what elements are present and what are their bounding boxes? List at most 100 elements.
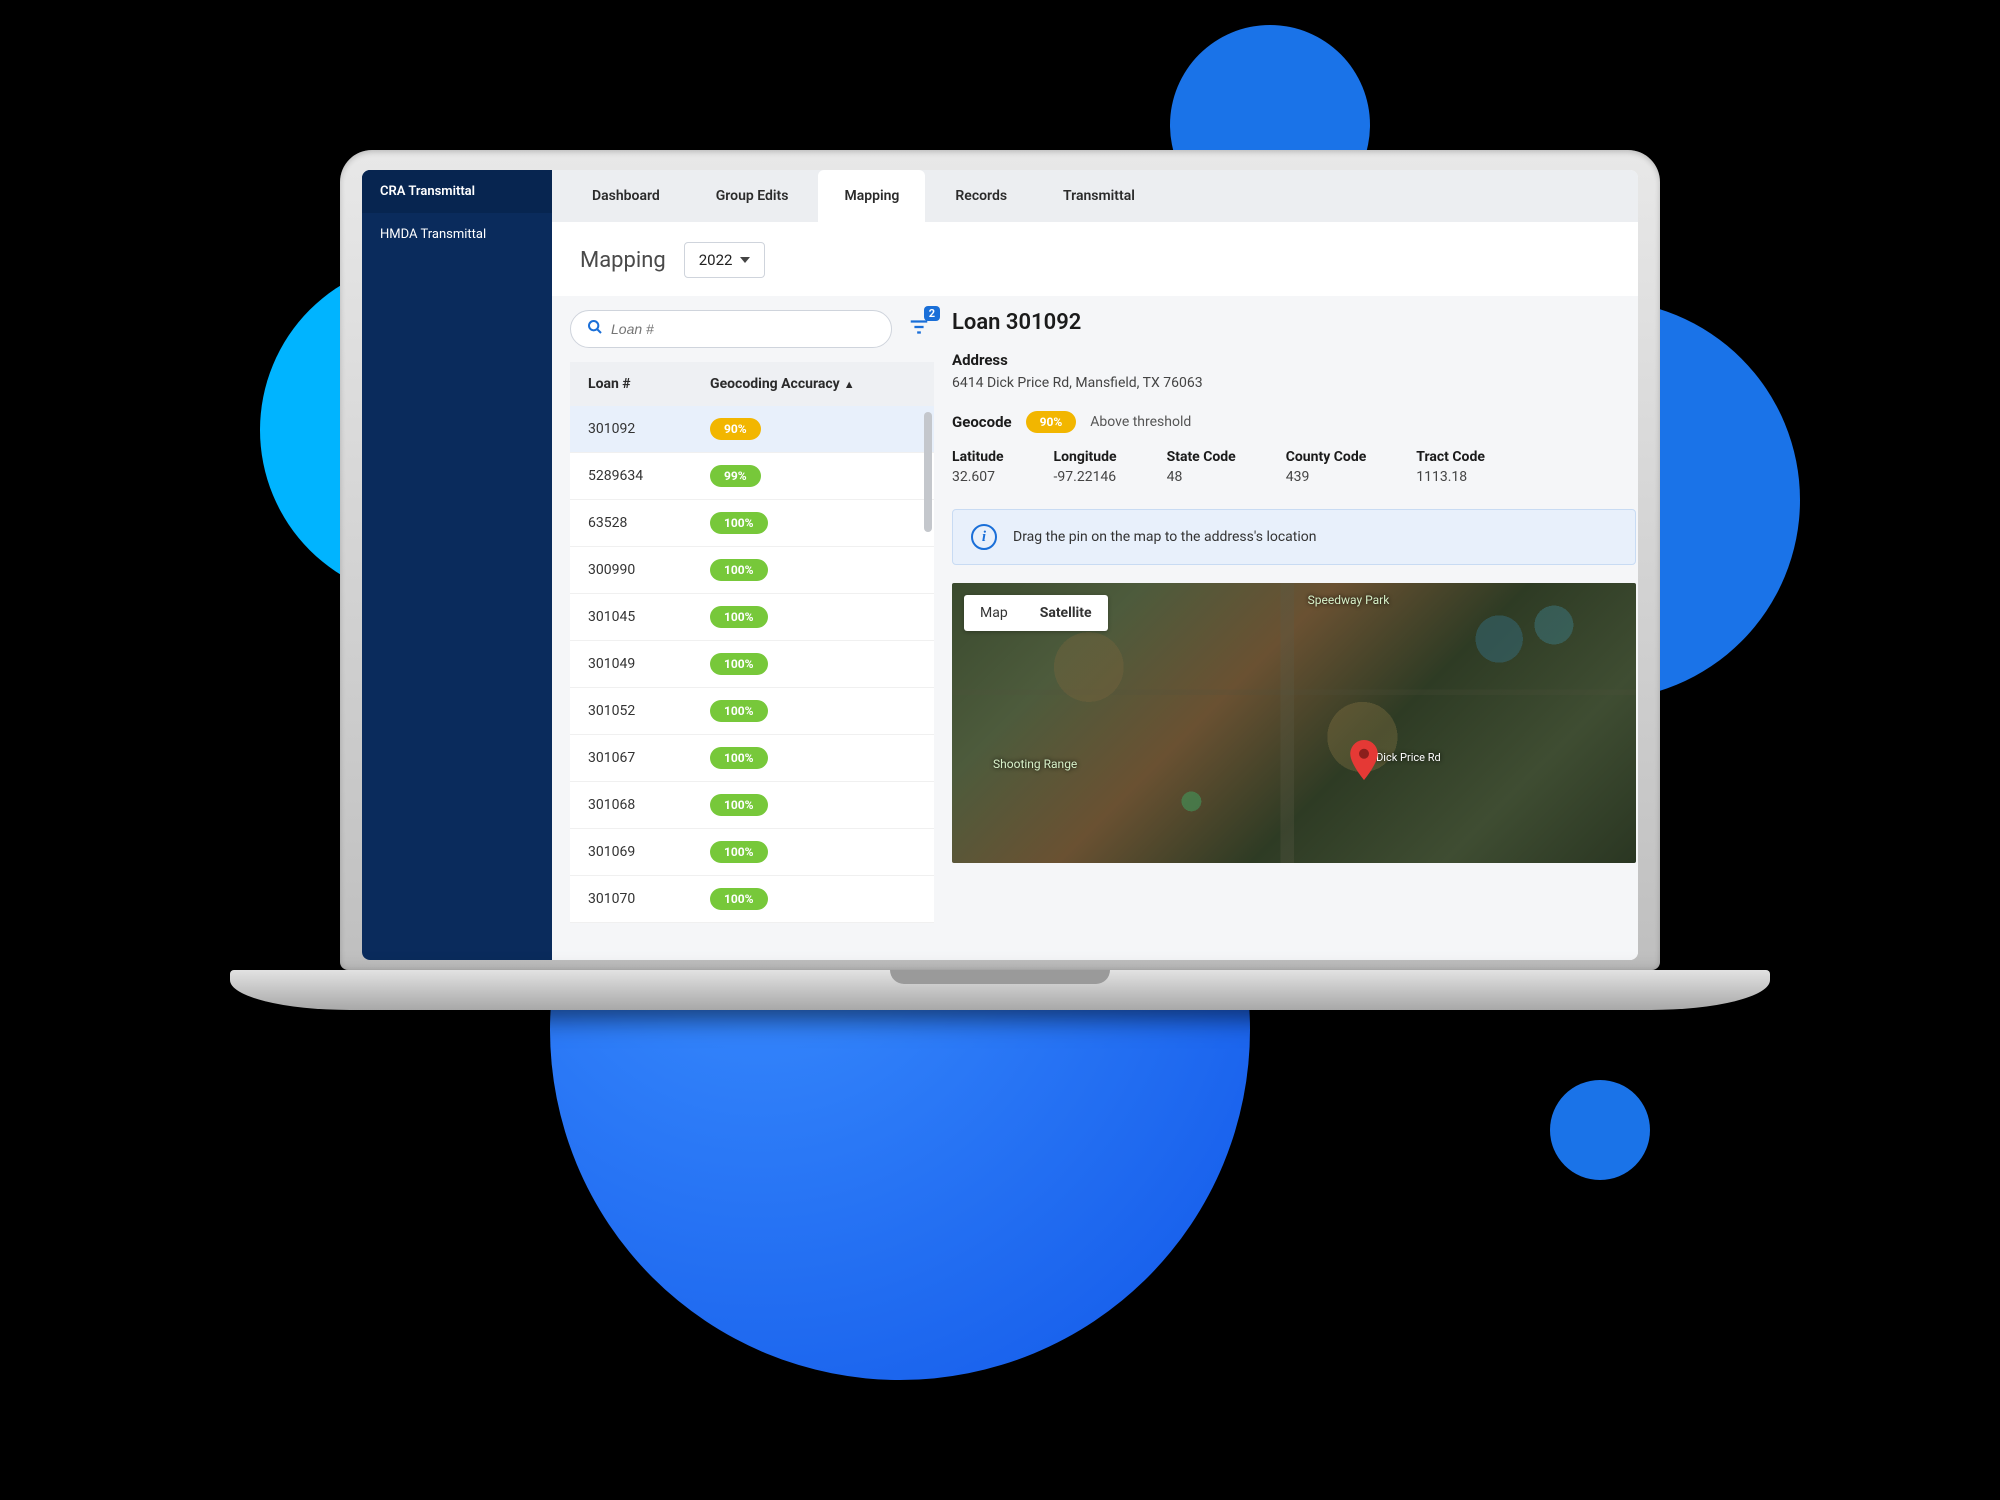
cell-loan: 301069 [570,829,692,876]
table-row[interactable]: 528963499% [570,453,934,500]
map-pin-icon[interactable] [1349,740,1379,784]
cell-loan: 300990 [570,547,692,594]
scrollbar-thumb[interactable] [924,412,932,532]
table-row[interactable]: 301067 100% [570,735,934,782]
info-banner: i Drag the pin on the map to the address… [952,509,1636,565]
field-value: 1113.18 [1416,469,1485,485]
accuracy-badge: 100% [710,653,768,675]
search-icon [587,319,603,339]
loan-detail-panel: Loan 301092 Address 6414 Dick Price Rd, … [952,310,1638,960]
field-value: 32.607 [952,469,1004,485]
cell-accuracy: 100% [692,782,934,829]
tab-dashboard[interactable]: Dashboard [566,170,686,222]
map-label-shooting: Shooting Range [993,757,1077,771]
cell-accuracy: 100% [692,735,934,782]
table-row[interactable]: 301045100% [570,594,934,641]
table-row[interactable]: 300990 100% [570,547,934,594]
accuracy-badge: 100% [710,841,768,863]
field-value: 48 [1167,469,1236,485]
filter-button[interactable]: 2 [904,312,934,346]
accuracy-badge: 100% [710,700,768,722]
sidebar-item-hmda[interactable]: HMDA Transmittal [362,213,552,256]
search-box[interactable] [570,310,892,348]
cell-accuracy: 100% [692,594,934,641]
year-select[interactable]: 2022 [684,242,766,278]
cell-accuracy: 100% [692,547,934,594]
table-row[interactable]: 63528100% [570,500,934,547]
geocode-field: Tract Code 1113.18 [1416,449,1485,485]
geocode-label: Geocode [952,413,1012,431]
geocode-status: Above threshold [1090,414,1191,430]
geocode-field: County Code 439 [1286,449,1367,485]
laptop-mockup: CRA Transmittal HMDA Transmittal Dashboa… [320,150,1680,1010]
sort-asc-icon: ▲ [844,378,855,391]
geocode-badge: 90% [1026,411,1077,433]
laptop-base [230,970,1770,1010]
cell-accuracy: 100% [692,688,934,735]
decorative-circle [1550,1080,1650,1180]
table-row[interactable]: 301070 100% [570,876,934,923]
address-value: 6414 Dick Price Rd, Mansfield, TX 76063 [952,375,1636,391]
tab-bar: Dashboard Group Edits Mapping Records Tr… [552,170,1638,222]
table-row[interactable]: 301049 100% [570,641,934,688]
accuracy-badge: 100% [710,747,768,769]
table-row[interactable]: 301069 100% [570,829,934,876]
cell-loan: 301070 [570,876,692,923]
cell-accuracy: 90% [692,406,934,453]
field-label: Latitude [952,449,1004,465]
accuracy-badge: 100% [710,559,768,581]
field-value: 439 [1286,469,1367,485]
cell-accuracy: 100% [692,641,934,688]
col-accuracy[interactable]: Geocoding Accuracy▲ [692,362,934,406]
tab-group-edits[interactable]: Group Edits [690,170,815,222]
accuracy-badge: 90% [710,418,761,440]
col-loan[interactable]: Loan # [570,362,692,406]
map-mode-satellite[interactable]: Satellite [1024,595,1108,631]
scrollbar[interactable] [924,412,932,960]
cell-loan: 301049 [570,641,692,688]
map-label-speedway: Speedway Park [1308,593,1390,607]
sidebar: CRA Transmittal HMDA Transmittal [362,170,552,960]
map-mode-map[interactable]: Map [964,595,1024,631]
cell-accuracy: 99% [692,453,934,500]
loan-table: Loan # Geocoding Accuracy▲ 301092 90% 5289… [570,362,934,923]
loan-title: Loan 301092 [952,310,1636,335]
cell-accuracy: 100% [692,500,934,547]
chevron-down-icon [740,257,750,263]
accuracy-badge: 100% [710,606,768,628]
info-text: Drag the pin on the map to the address's… [1013,529,1316,545]
map[interactable]: Speedway Park Shooting Range Dick Price … [952,583,1636,863]
page-title: Mapping [580,248,666,273]
geocode-field: State Code 48 [1167,449,1236,485]
map-type-toggle: Map Satellite [964,595,1108,631]
geocode-field: Latitude 32.607 [952,449,1004,485]
year-value: 2022 [699,251,733,269]
tab-records[interactable]: Records [929,170,1033,222]
page-header: Mapping 2022 [552,222,1638,296]
address-label: Address [952,351,1636,369]
table-row[interactable]: 301092 90% [570,406,934,453]
table-row[interactable]: 301052 100% [570,688,934,735]
search-input[interactable] [611,321,875,337]
accuracy-badge: 100% [710,794,768,816]
filter-badge: 2 [924,306,940,321]
loan-list-panel: 2 Loan # Geocodin [570,310,934,960]
field-label: Tract Code [1416,449,1485,465]
table-row[interactable]: 301068100% [570,782,934,829]
cell-loan: 301092 [570,406,692,453]
sidebar-item-cra[interactable]: CRA Transmittal [362,170,552,213]
cell-loan: 63528 [570,500,692,547]
cell-accuracy: 100% [692,876,934,923]
accuracy-badge: 99% [710,465,761,487]
main-content: Dashboard Group Edits Mapping Records Tr… [552,170,1638,960]
field-label: State Code [1167,449,1236,465]
accuracy-badge: 100% [710,888,768,910]
field-label: Longitude [1054,449,1117,465]
geocode-field: Longitude-97.22146 [1054,449,1117,485]
tab-mapping[interactable]: Mapping [818,170,925,222]
tab-transmittal[interactable]: Transmittal [1037,170,1161,222]
cell-loan: 301067 [570,735,692,782]
cell-loan: 301052 [570,688,692,735]
geocode-fields: Latitude 32.607 Longitude-97.22146 State Co… [952,449,1636,485]
field-label: County Code [1286,449,1367,465]
